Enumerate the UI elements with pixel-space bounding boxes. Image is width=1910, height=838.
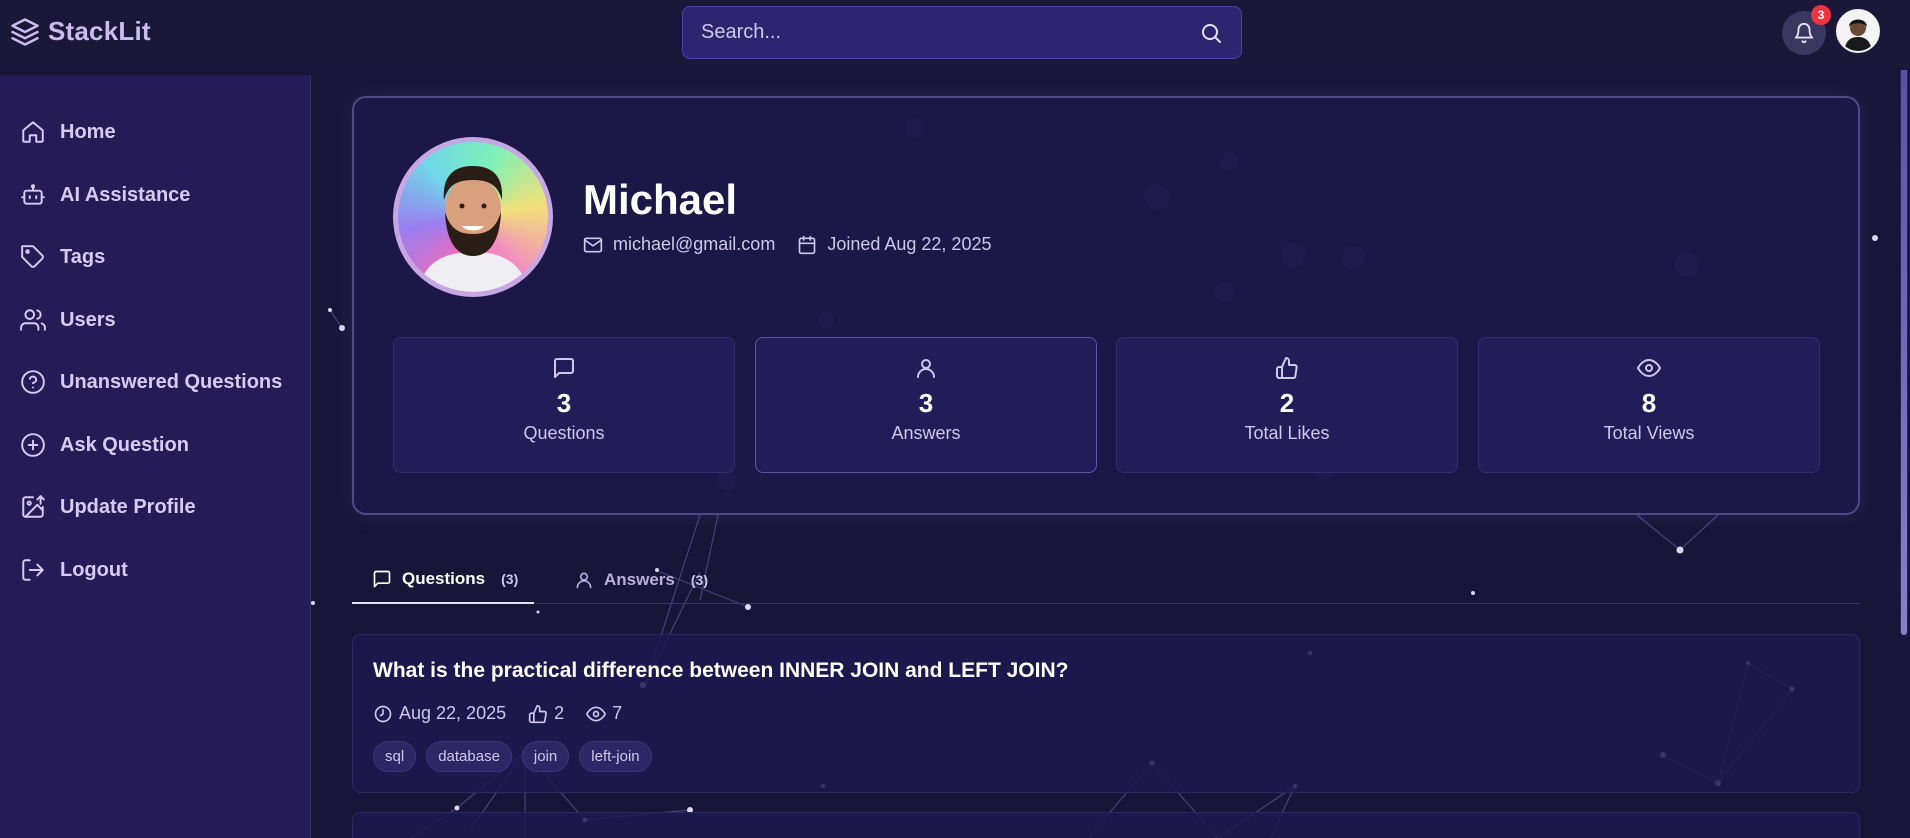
sidebar-item-label: Unanswered Questions xyxy=(60,370,283,393)
tag-chip[interactable]: sql xyxy=(373,741,417,772)
avatar-portrait xyxy=(1838,11,1878,51)
app-name: StackLit xyxy=(48,16,151,46)
home-icon xyxy=(22,121,44,143)
question-card[interactable]: What is the practical difference between… xyxy=(352,634,1860,793)
profile-email: michael@gmail.com xyxy=(613,234,776,254)
profile-joined-group: Joined Aug 22, 2025 xyxy=(797,234,991,255)
sidebar-item-label: Tags xyxy=(60,245,106,268)
top-navigation-bar: StackLit 3 xyxy=(0,0,1910,70)
tab-label: Questions xyxy=(402,569,486,588)
tag-chip[interactable]: join xyxy=(521,741,570,772)
profile-joined-date: Joined Aug 22, 2025 xyxy=(827,234,992,254)
search-icon[interactable] xyxy=(1199,21,1223,45)
tag-chip[interactable]: left-join xyxy=(579,741,652,772)
user-avatar[interactable] xyxy=(1836,9,1880,53)
stat-total-likes[interactable]: 2 Total Likes xyxy=(1116,337,1458,473)
message-square-icon xyxy=(554,358,574,378)
clock-history-icon xyxy=(374,705,392,722)
thumbs-up-icon xyxy=(528,704,547,723)
stat-value: 2 xyxy=(1279,388,1295,418)
stat-label: Answers xyxy=(891,423,961,443)
question-views-group: 7 xyxy=(586,703,622,724)
sidebar-item-tags[interactable]: Tags xyxy=(20,237,105,277)
message-square-icon xyxy=(373,570,391,588)
profile-meta: michael@gmail.com Joined Aug 22, 2025 xyxy=(583,234,1001,255)
sidebar-item-label: Logout xyxy=(60,558,128,581)
stat-value: 3 xyxy=(918,388,934,418)
user-icon xyxy=(917,359,935,378)
image-upload-icon xyxy=(22,495,45,518)
mail-icon xyxy=(583,237,603,252)
tag-chip[interactable]: database xyxy=(426,741,512,772)
sidebar-item-home[interactable]: Home xyxy=(20,112,116,152)
sidebar-item-label: AI Assistance xyxy=(60,183,191,206)
profile-tabs: Questions (3) Answers (3) xyxy=(352,556,1860,604)
eye-icon xyxy=(586,706,607,721)
stat-label: Questions xyxy=(523,423,605,443)
question-likes-group: 2 xyxy=(528,703,564,724)
tab-answers[interactable]: Answers (3) xyxy=(574,556,708,604)
calendar-icon xyxy=(798,235,816,254)
profile-portrait xyxy=(418,166,528,292)
question-views: 7 xyxy=(612,703,623,723)
profile-avatar xyxy=(393,137,553,297)
question-tags: sql database join left-join xyxy=(373,741,652,772)
question-circle-icon xyxy=(21,370,45,394)
search-bar[interactable] xyxy=(682,6,1242,59)
sidebar-item-ask-question[interactable]: Ask Question xyxy=(20,425,189,465)
tab-count: (3) xyxy=(690,572,708,588)
users-icon xyxy=(20,309,46,331)
sidebar-item-users[interactable]: Users xyxy=(20,300,116,340)
tab-questions[interactable]: Questions (3) xyxy=(352,556,534,604)
stat-questions[interactable]: 3 Questions xyxy=(393,337,735,473)
sidebar: Home AI Assistance Tags Users Unanswered… xyxy=(0,75,311,838)
stat-label: Total Views xyxy=(1603,423,1695,443)
plus-circle-icon xyxy=(21,433,45,457)
stat-answers[interactable]: 3 Answers xyxy=(755,337,1097,473)
thumbs-up-icon xyxy=(1276,357,1298,379)
sidebar-item-ai-assistance[interactable]: AI Assistance xyxy=(20,175,190,215)
sidebar-item-label: Home xyxy=(60,120,116,143)
question-date: Aug 22, 2025 xyxy=(399,703,507,723)
bot-icon xyxy=(21,184,45,205)
search-input[interactable] xyxy=(701,21,1161,44)
stat-value: 3 xyxy=(556,388,572,418)
question-card-partial[interactable] xyxy=(352,812,1860,838)
tab-count: (3) xyxy=(501,571,519,587)
sidebar-item-logout[interactable]: Logout xyxy=(20,550,128,590)
user-icon xyxy=(576,572,592,589)
sidebar-item-unanswered-questions[interactable]: Unanswered Questions xyxy=(20,362,282,402)
logout-icon xyxy=(22,559,44,581)
notification-count-badge: 3 xyxy=(1811,5,1831,25)
sidebar-item-label: Users xyxy=(60,308,116,331)
stat-total-views[interactable]: 8 Total Views xyxy=(1478,337,1820,473)
tag-icon xyxy=(21,245,44,268)
profile-email-group: michael@gmail.com xyxy=(583,234,775,255)
app-logo[interactable]: StackLit xyxy=(10,16,151,47)
sidebar-item-label: Update Profile xyxy=(60,495,196,518)
scrollbar-thumb[interactable] xyxy=(1901,40,1907,635)
sidebar-item-label: Ask Question xyxy=(60,433,189,456)
profile-name: Michael xyxy=(583,176,738,223)
stat-value: 8 xyxy=(1641,388,1657,418)
tab-label: Answers xyxy=(604,570,675,589)
sidebar-item-update-profile[interactable]: Update Profile xyxy=(20,487,196,527)
question-title[interactable]: What is the practical difference between… xyxy=(373,659,1068,683)
question-meta: Aug 22, 2025 2 7 xyxy=(373,703,636,724)
question-date-group: Aug 22, 2025 xyxy=(373,703,506,724)
layers-icon xyxy=(11,17,39,46)
bell-icon xyxy=(1794,23,1814,44)
eye-icon xyxy=(1637,359,1661,377)
question-likes: 2 xyxy=(554,703,565,723)
stat-label: Total Likes xyxy=(1244,423,1330,443)
